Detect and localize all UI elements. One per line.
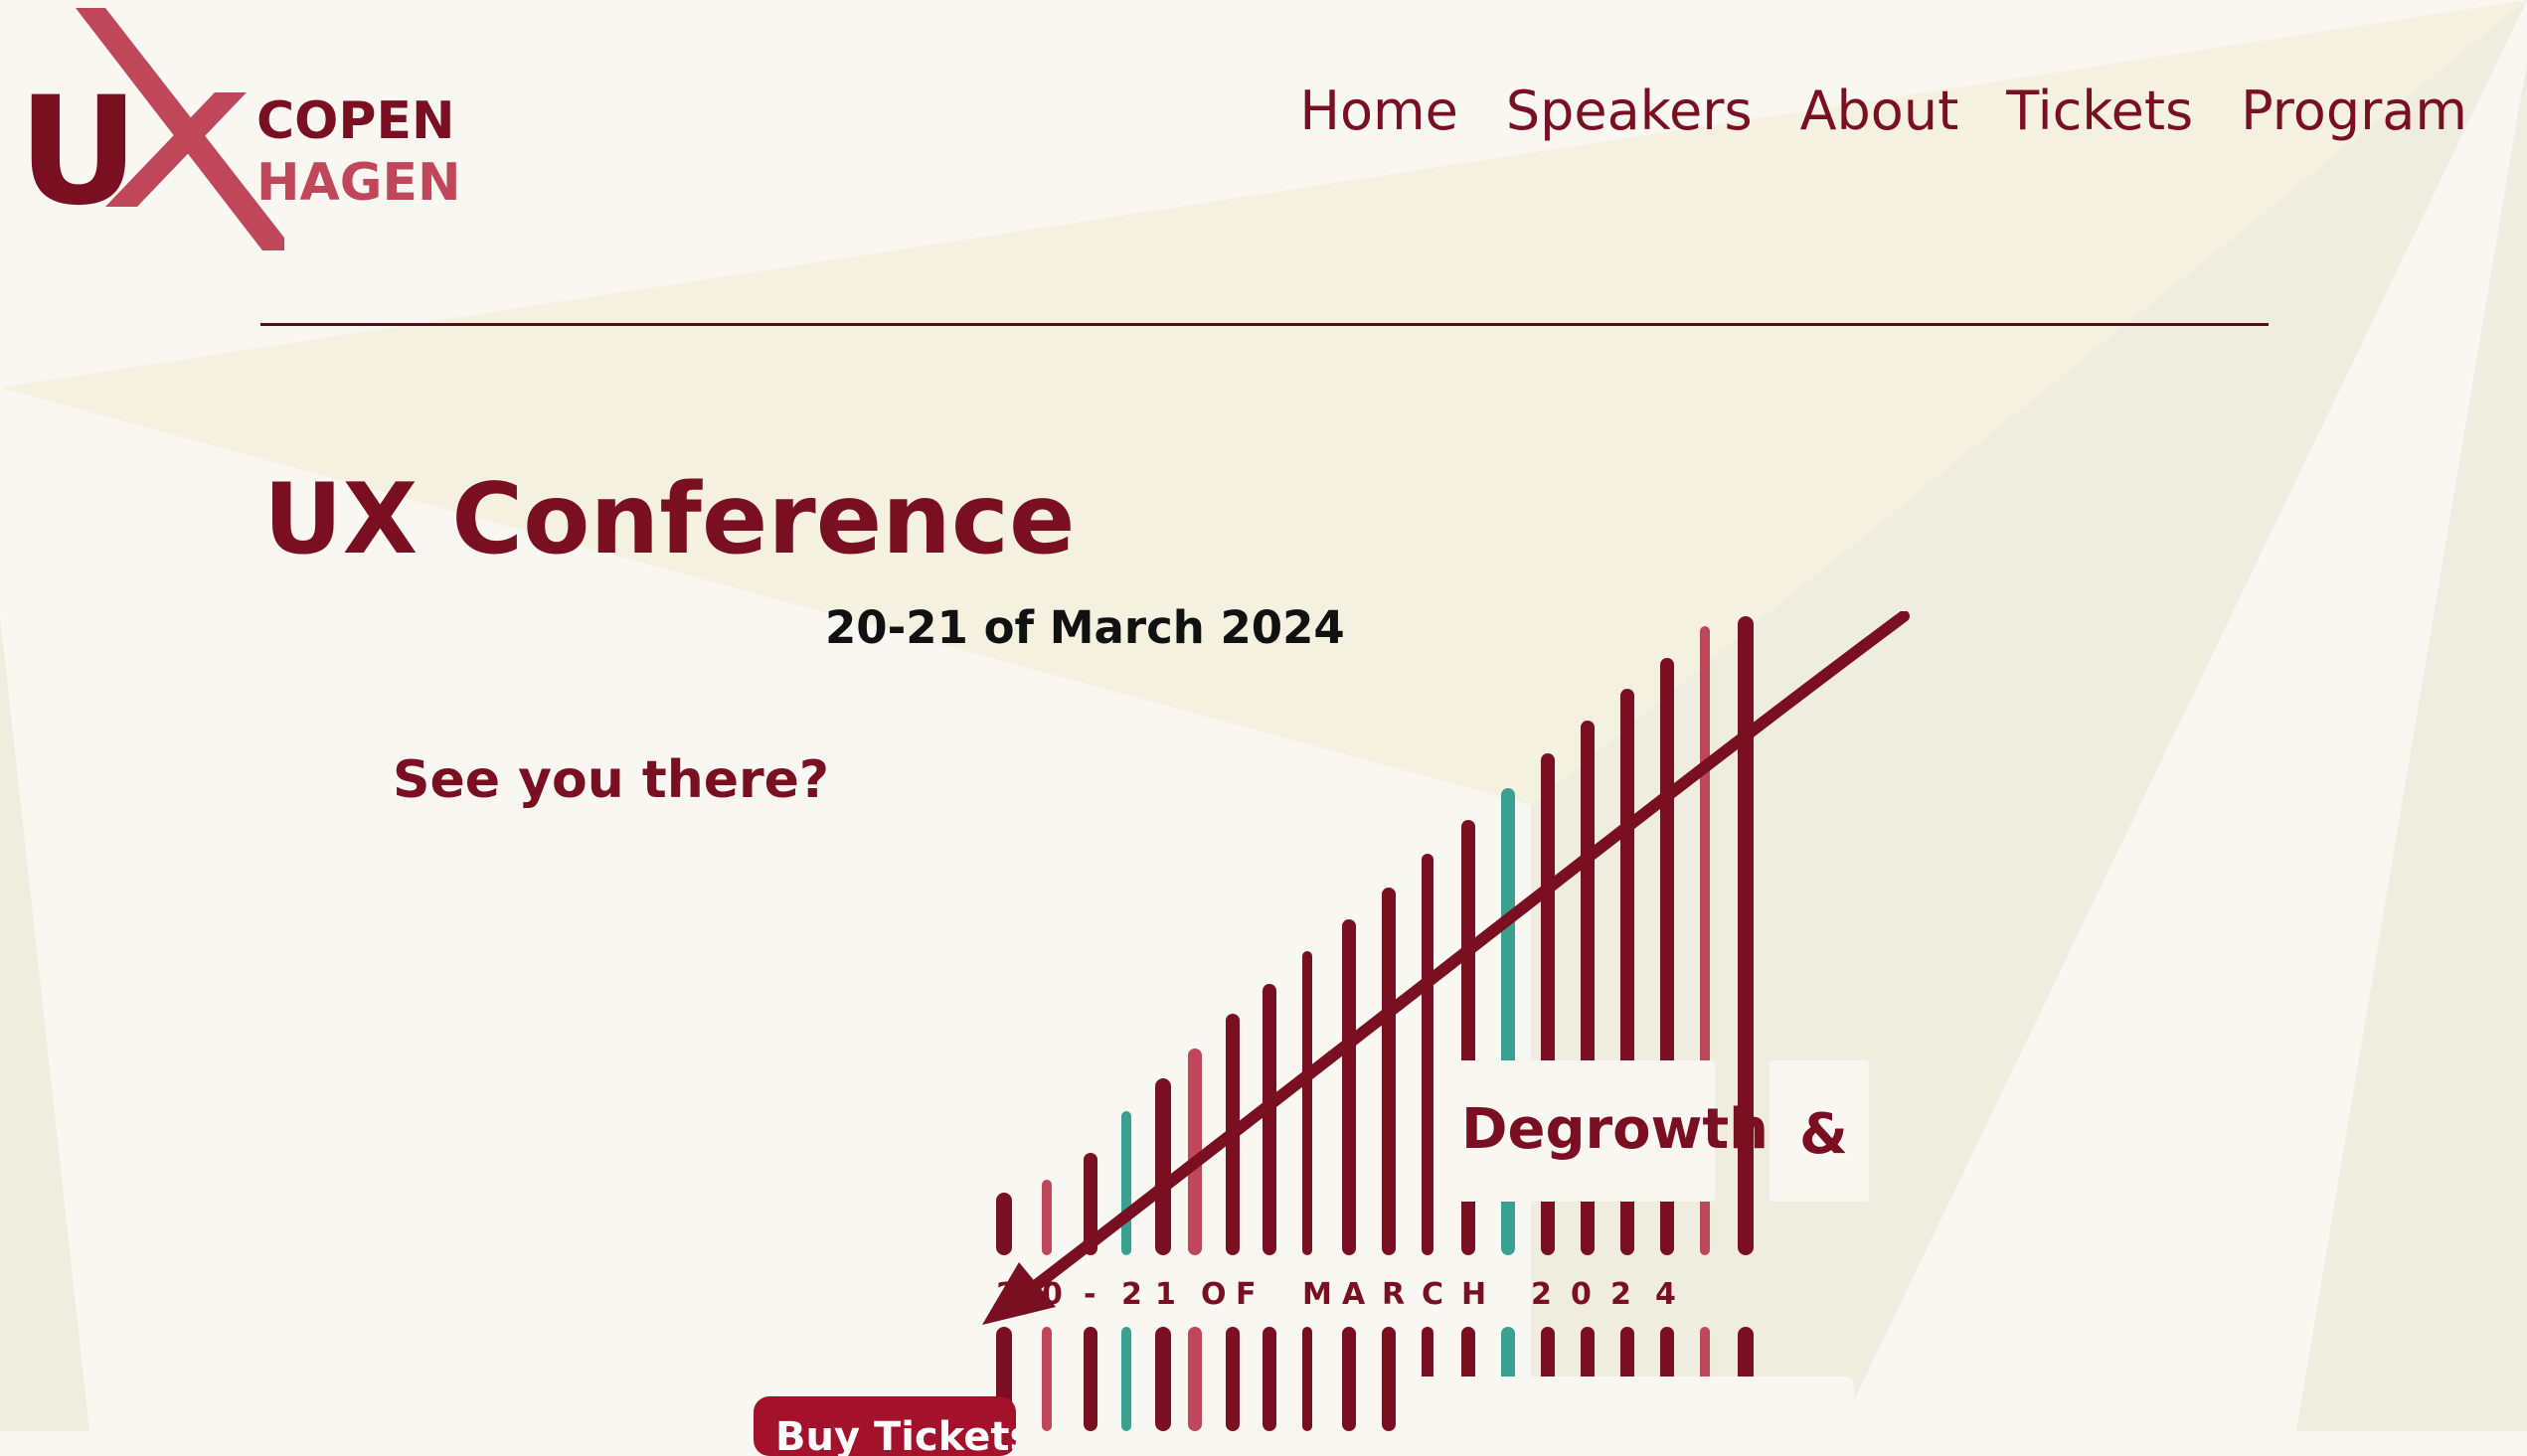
date-row-letter: C	[1422, 1277, 1443, 1312]
word-box-3	[1412, 1376, 1854, 1431]
nav-home[interactable]: Home	[1299, 80, 1457, 142]
barcode-bar	[1121, 1327, 1131, 1431]
date-row-letter: A	[1342, 1277, 1366, 1312]
date-row-letters: 20-21OFMARCH2024	[996, 1277, 1676, 1312]
barcode-bar	[1342, 919, 1356, 1255]
barcode-bar	[1342, 1327, 1356, 1431]
barcode-bar	[1188, 1327, 1202, 1431]
buy-tickets-button[interactable]: Buy Tickets	[754, 1396, 1016, 1456]
nav-speakers[interactable]: Speakers	[1506, 80, 1753, 142]
date-row-letter: 2	[1531, 1277, 1552, 1312]
barcode-bar	[1263, 984, 1276, 1255]
graphic-word-amp: &	[1799, 1102, 1848, 1167]
logo-hagen: HAGEN	[256, 153, 461, 213]
logo-x-mark	[76, 8, 284, 250]
header-divider	[260, 323, 2269, 326]
barcode-bar	[1302, 951, 1312, 1255]
barcode-bar	[1084, 1327, 1097, 1431]
logo-copen: COPEN	[256, 91, 455, 151]
barcode-bar	[1042, 1327, 1052, 1431]
barcode-bar	[1121, 1111, 1131, 1255]
barcode-graphic: Degrowth & 20-21OFMARCH2024	[982, 611, 1910, 1431]
main-nav: Home Speakers About Tickets Program	[1299, 80, 2467, 142]
graphic-word-degrowth: Degrowth	[1461, 1097, 1769, 1162]
date-row-letter: 4	[1655, 1277, 1676, 1312]
date-row-letter: 2	[996, 1277, 1017, 1312]
date-row-letter: 0	[1571, 1277, 1592, 1312]
barcode-bar	[1382, 1327, 1396, 1431]
date-row-letter: M	[1302, 1277, 1332, 1312]
barcode-bar	[1382, 888, 1396, 1255]
nav-tickets[interactable]: Tickets	[2006, 80, 2193, 142]
date-row-letter: H	[1461, 1277, 1486, 1312]
site-logo[interactable]: U COPEN HAGEN	[18, 8, 461, 256]
nav-about[interactable]: About	[1800, 80, 1959, 142]
date-row-letter: R	[1382, 1277, 1405, 1312]
barcode-bar	[996, 1193, 1012, 1255]
barcode-bar	[1042, 1180, 1052, 1255]
barcode-bar	[1422, 854, 1433, 1255]
date-row-letter: 1	[1155, 1277, 1176, 1312]
barcode-bar	[1155, 1327, 1171, 1431]
date-row-letter: 2	[1121, 1277, 1142, 1312]
barcode-bar	[1263, 1327, 1276, 1431]
date-row-letter: 0	[1042, 1277, 1063, 1312]
barcode-bar	[1226, 1327, 1240, 1431]
date-row-letter: O	[1201, 1277, 1227, 1312]
barcode-bar	[1302, 1327, 1312, 1431]
date-row-letter: -	[1084, 1277, 1095, 1312]
barcode-bar	[1155, 1078, 1171, 1255]
date-row-letter: F	[1236, 1277, 1257, 1312]
tagline: See you there?	[393, 750, 830, 810]
nav-program[interactable]: Program	[2241, 80, 2467, 142]
page-title: UX Conference	[263, 463, 1076, 576]
date-row-letter: 2	[1610, 1277, 1631, 1312]
